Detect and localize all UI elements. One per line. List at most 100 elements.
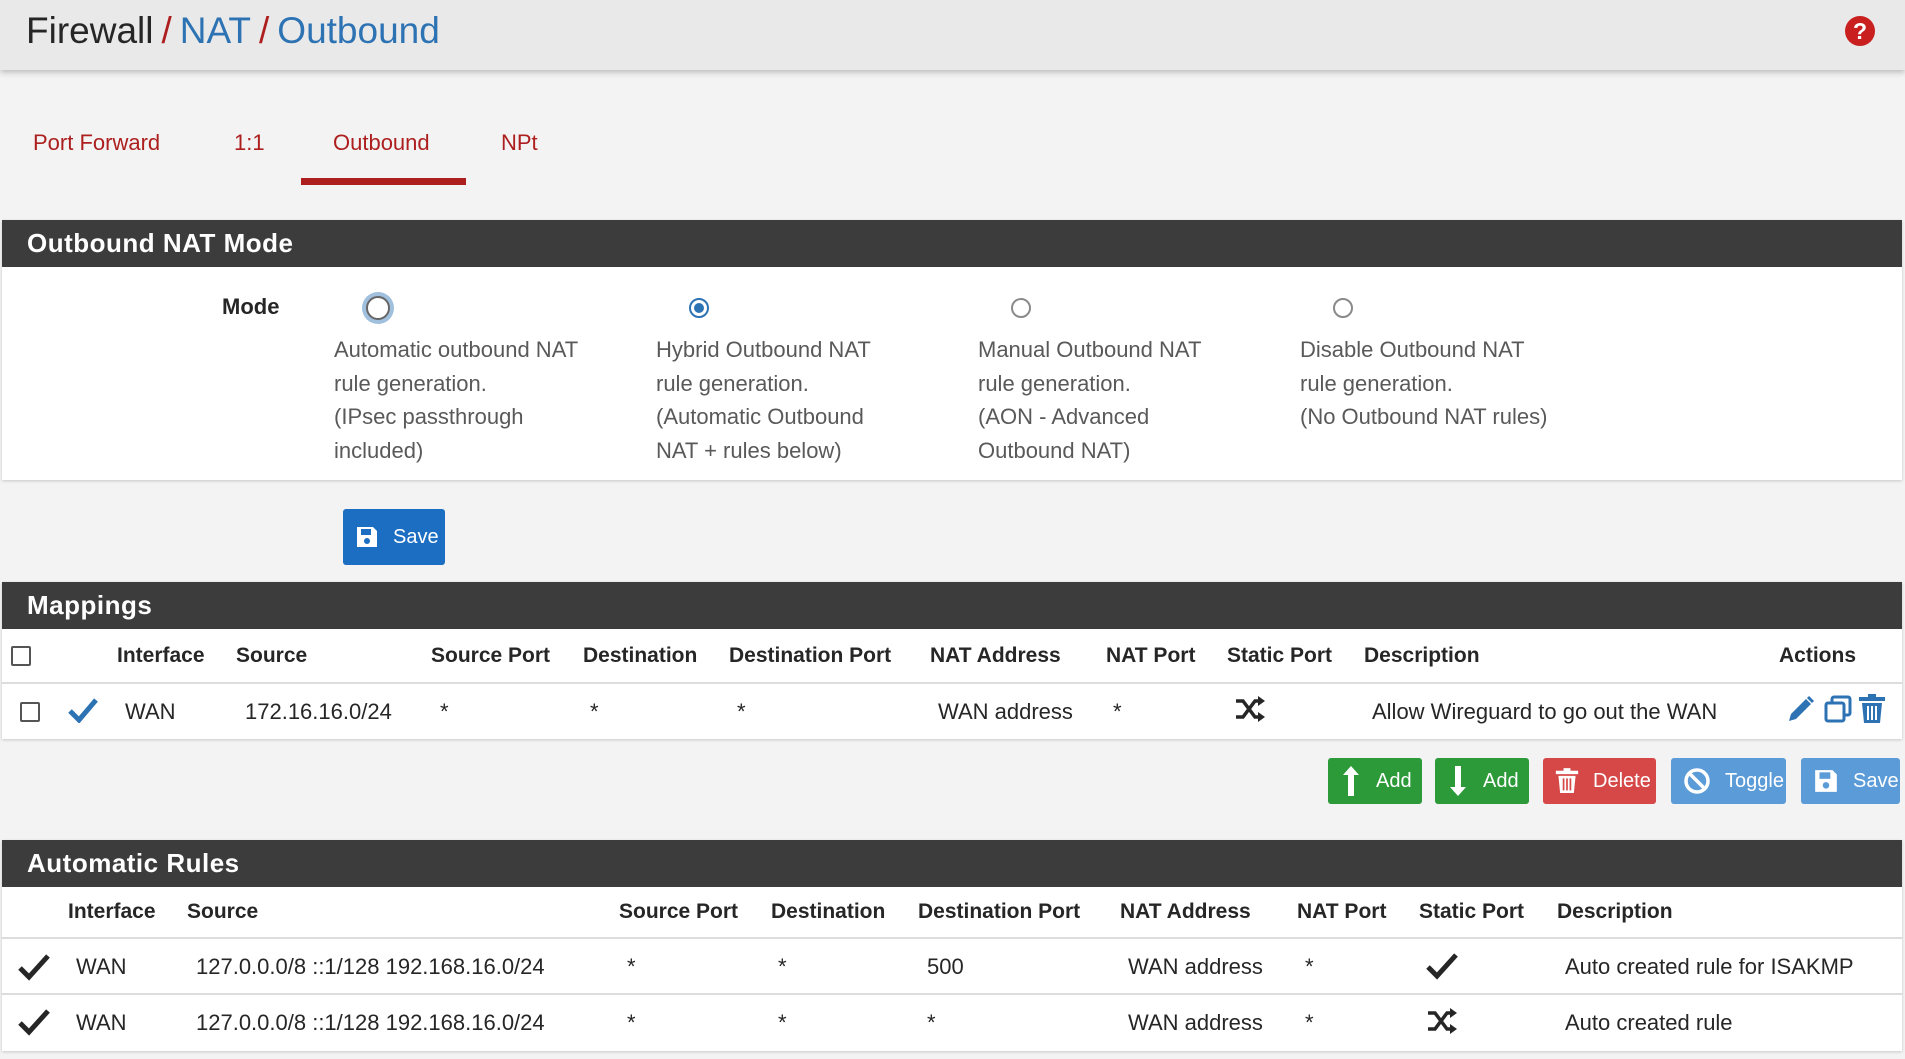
add-top-label: Add [1376,769,1412,792]
column-header-nat-address: NAT Address [1120,900,1251,923]
arrow-up-icon [1343,766,1359,796]
tab-npt[interactable]: NPt [501,130,538,156]
column-header-source: Source [187,900,259,923]
table-divider [2,937,1902,939]
panel-title: Mappings [2,582,1902,629]
shuffle-icon [1428,1008,1457,1034]
mode-radio-automatic[interactable] [366,296,390,320]
column-header-static-port[interactable]: Static Port [1227,644,1332,668]
tab-one-to-one[interactable]: 1:1 [234,130,265,156]
breadcrumb-separator: / [161,10,172,51]
save-icon [357,527,377,547]
cell-interface: WAN [125,699,176,724]
panel-title: Outbound NAT Mode [2,220,1902,267]
cell-nat-address: WAN address [938,699,1073,724]
column-header-description[interactable]: Description [1364,644,1480,668]
column-header-source[interactable]: Source [236,644,307,668]
mappings-save-button[interactable]: Save [1801,758,1900,804]
breadcrumb-outbound-link[interactable]: Outbound [277,10,440,51]
cell-destination-port: 500 [927,954,964,979]
check-icon [18,1009,50,1036]
cell-description: Auto created rule for ISAKMP [1565,954,1854,979]
cell-source: 172.16.16.0/24 [245,699,392,724]
cell-destination-port: * [927,1010,936,1035]
column-header-nat-address[interactable]: NAT Address [930,644,1061,668]
tab-bar: Port Forward 1:1 Outbound NPt [0,112,1905,188]
column-header-interface[interactable]: Interface [117,644,205,668]
column-header-destination-port: Destination Port [918,900,1081,923]
edit-pencil-icon[interactable] [1786,694,1816,724]
add-rule-bottom-button[interactable]: Add [1435,758,1529,804]
breadcrumb-nat-link[interactable]: NAT [180,10,251,51]
delete-label: Delete [1593,769,1651,792]
shuffle-icon [1236,696,1265,722]
delete-button[interactable]: Delete [1543,758,1656,804]
breadcrumb-firewall: Firewall [26,10,154,51]
mode-label: Mode [222,294,280,319]
breadcrumb: Firewall / NAT / Outbound [26,8,440,54]
option-line: rule generation. [978,370,1131,396]
trash-icon[interactable] [1858,694,1886,724]
cell-source-port: * [627,954,636,979]
column-header-source-port: Source Port [619,900,739,923]
cell-destination: * [778,954,787,979]
column-header-source-port[interactable]: Source Port [431,644,550,668]
mode-radio-manual[interactable] [1011,298,1031,318]
column-header-destination[interactable]: Destination [583,644,697,668]
copy-icon[interactable] [1823,694,1853,724]
cell-source: 127.0.0.0/8 ::1/128 192.168.16.0/24 [196,1010,545,1035]
toggle-label: Toggle [1725,769,1784,792]
page: Firewall / NAT / Outbound ? Port Forward 1:1… [0,0,1905,1059]
save-icon [1815,770,1837,792]
row-select-checkbox[interactable] [20,702,40,722]
cell-destination: * [590,699,599,724]
option-line: (AON - Advanced [978,404,1150,429]
active-tab-indicator [301,178,466,185]
cell-nat-address: WAN address [1128,954,1263,979]
column-header-interface: Interface [68,900,156,923]
option-line: (No Outbound NAT rules) [1300,404,1548,429]
select-all-checkbox[interactable] [11,646,31,666]
mappings-save-label: Save [1853,769,1899,792]
help-icon[interactable]: ? [1845,16,1875,46]
mode-radio-disable[interactable] [1333,298,1353,318]
cell-interface: WAN [76,1010,127,1035]
cell-source-port: * [627,1010,636,1035]
option-line: Manual Outbound NAT [978,337,1202,362]
cell-nat-port: * [1305,1010,1314,1035]
mode-option-disable-text: Disable Outbound NAT rule generation. (N… [1300,333,1600,434]
option-line: (Automatic Outbound [656,404,864,429]
mode-option-hybrid-text: Hybrid Outbound NAT rule generation. (Au… [656,333,956,467]
arrow-down-icon [1450,766,1466,796]
option-line: included) [334,437,424,463]
option-line: (IPsec passthrough [334,404,524,429]
add-rule-top-button[interactable]: Add [1328,758,1422,804]
header-bar: Firewall / NAT / Outbound ? [0,0,1905,70]
column-header-nat-port: NAT Port [1297,900,1387,923]
column-header-destination-port[interactable]: Destination Port [729,644,891,668]
option-line: Disable Outbound NAT [1300,337,1525,362]
option-line: Automatic outbound NAT [334,337,579,362]
cell-interface: WAN [76,954,127,979]
option-line: Hybrid Outbound NAT [656,337,871,362]
toggle-button[interactable]: Toggle [1671,758,1786,804]
breadcrumb-separator: / [259,10,270,51]
mode-save-button[interactable]: Save [343,509,445,565]
mode-option-automatic-text: Automatic outbound NAT rule generation. … [334,333,634,467]
mode-radio-hybrid[interactable] [689,298,709,318]
check-icon [18,954,50,981]
ban-icon [1684,768,1710,794]
trash-icon [1555,768,1579,793]
column-header-nat-port[interactable]: NAT Port [1106,644,1195,668]
table-divider [2,993,1902,995]
enabled-check-icon[interactable] [68,697,98,723]
mode-option-manual-text: Manual Outbound NAT rule generation. (AO… [978,333,1278,467]
cell-nat-port: * [1113,699,1122,724]
save-label: Save [393,525,439,548]
option-line: rule generation. [334,370,487,396]
column-header-destination: Destination [771,900,886,923]
column-header-actions: Actions [1779,644,1857,667]
option-line: rule generation. [1300,370,1453,396]
tab-port-forward[interactable]: Port Forward [33,130,160,156]
tab-outbound[interactable]: Outbound [333,130,430,156]
